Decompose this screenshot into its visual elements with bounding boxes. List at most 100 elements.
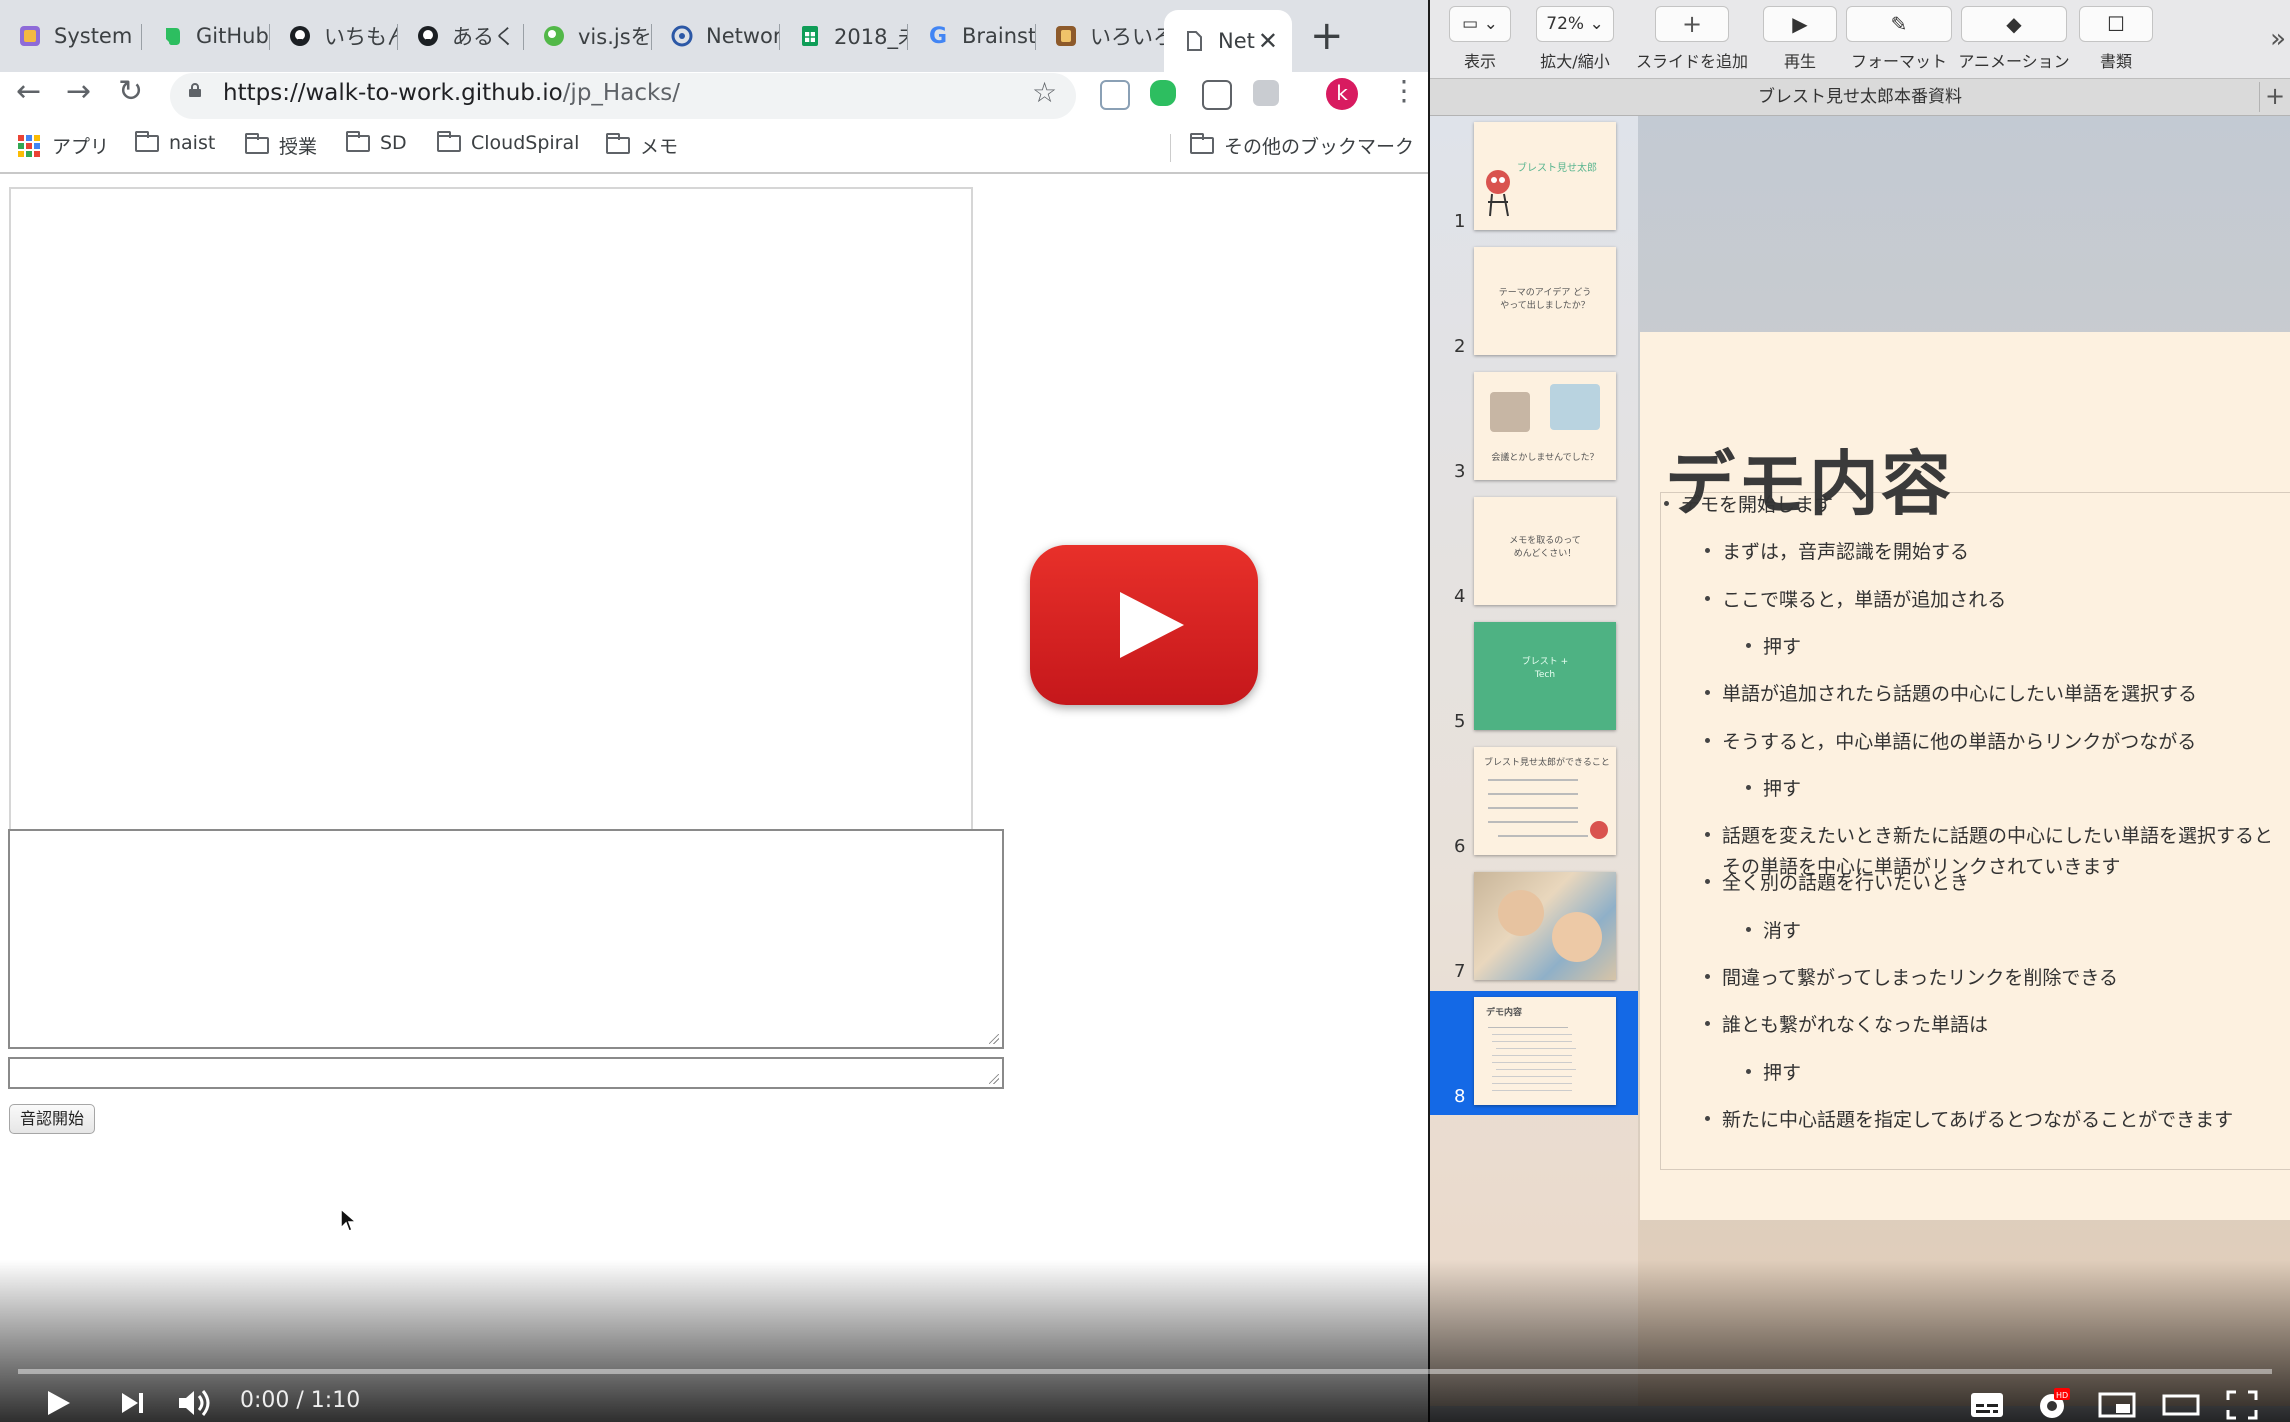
browser-tab[interactable]: Networ [652, 10, 780, 62]
transcript-textarea[interactable] [8, 829, 1004, 1049]
bullet-text: 全く別の話題を行いたいとき [1722, 872, 1970, 895]
avatar[interactable]: k [1326, 78, 1358, 110]
mouse-cursor-icon [340, 1208, 358, 1232]
slide-thumbnail-item[interactable]: 会議とかしませんでした？ 3 [1430, 366, 1638, 490]
add-slide-button[interactable]: + スライドを追加 [1634, 6, 1750, 72]
bullet-text: 消す [1763, 919, 1802, 942]
animation-button[interactable]: ◆ アニメーション [1954, 6, 2074, 72]
settings-icon[interactable]: HD [2036, 1388, 2070, 1422]
word-input-textarea[interactable] [8, 1057, 1004, 1089]
tab-title: Networ [706, 24, 780, 48]
play-icon[interactable] [42, 1388, 72, 1418]
tab-title: System [54, 24, 133, 48]
chat-extension-icon[interactable] [1202, 80, 1232, 110]
browser-tab[interactable]: 2018_未 [780, 10, 908, 62]
toolbar-label: 拡大/縮小 [1540, 52, 1610, 71]
slide-bullet: 消す [1746, 916, 1801, 946]
browser-tab[interactable]: あるく [398, 10, 524, 62]
bullet-dot-icon [1664, 501, 1669, 506]
play-button[interactable]: ▶ 再生 [1760, 6, 1840, 72]
view-icon: ▭ ⌄ [1449, 6, 1511, 42]
bullet-dot-icon [1705, 974, 1710, 979]
slide-thumbnail-item[interactable]: テーマのアイデア どうやって出しましたか？ 2 [1430, 241, 1638, 365]
evernote-extension-icon[interactable] [1150, 80, 1176, 106]
keynote-toolbar: ▭ ⌄ 表示 72% ⌄ 拡大/縮小 + スライドを追加 ▶ 再生 ✎ フォーマ… [1430, 0, 2290, 79]
slide-thumbnail-item-selected[interactable]: デモ内容 8 [1430, 991, 1638, 1115]
bullet-text: 間違って繋がってしまったリンクを削除できる [1722, 967, 2118, 989]
bookmark-folder[interactable]: SD [346, 130, 407, 154]
extension-icon[interactable] [1253, 80, 1279, 106]
forward-icon[interactable]: → [66, 74, 91, 109]
slide-thumbnail-item[interactable]: ブレスト見せ太郎 1 [1430, 116, 1638, 240]
browser-tab[interactable]: GitHub [142, 10, 270, 62]
slide-thumbnail-item[interactable]: ブレスト見せ太郎ができること 6 [1430, 741, 1638, 865]
slide-bullet: ここで喋ると，単語が追加される [1705, 585, 2006, 615]
bullet-text: ここで喋ると，単語が追加される [1722, 588, 2007, 611]
volume-icon[interactable] [176, 1388, 216, 1418]
document-button[interactable]: ☐ 書類 [2078, 6, 2154, 72]
bookmark-folder[interactable]: CloudSpiral [437, 130, 579, 154]
subtitles-icon[interactable] [1970, 1392, 2004, 1418]
new-tab-button[interactable]: + [1310, 16, 1344, 56]
slide-thumbnail: ブレスト + Tech [1474, 622, 1616, 730]
more-chevron-icon[interactable]: » [2270, 24, 2286, 54]
resize-grip-icon[interactable] [989, 1074, 999, 1084]
slide-bullet: 新たに中心話題を指定してあげるとつながることができます [1705, 1105, 2233, 1135]
close-icon[interactable]: ✕ [1258, 27, 1278, 55]
slide-bullet: 話題を変えたいとき新たに話題の中心にしたい単語を選択すると [1705, 821, 2273, 851]
skype-extension-icon[interactable] [1100, 80, 1130, 110]
bullet-text: デモを開始します [1681, 494, 1834, 516]
slide-thumbnail-item[interactable]: メモを取るのって めんどくさい！ 4 [1430, 491, 1638, 615]
bullet-dot-icon [1705, 690, 1710, 696]
bullet-dot-icon [1746, 642, 1751, 648]
bullet-text: 誰とも繋がれなくなった単語は [1722, 1014, 1989, 1037]
bookmark-star-icon[interactable]: ☆ [1032, 76, 1057, 109]
bookmark-folder[interactable]: naist [135, 130, 216, 154]
slide-thumbnail-item[interactable]: ブレスト + Tech 5 [1430, 616, 1638, 740]
thumb-text: メモを取るのって めんどくさい！ [1509, 536, 1581, 559]
menu-icon[interactable]: ⋮ [1390, 74, 1418, 107]
tab-title: 2018_未 [834, 25, 908, 49]
bullet-text: まずは，音声認識を開始する [1722, 541, 1970, 564]
browser-tab[interactable]: G Brainst [908, 10, 1036, 62]
folder-icon [245, 133, 269, 154]
browser-tab[interactable]: いろいろ [1036, 10, 1164, 62]
slide-number: 3 [1454, 461, 1466, 482]
thumb-text: デモ内容 [1486, 1008, 1523, 1018]
start-recognition-button[interactable]: 音認開始 [9, 1104, 96, 1134]
tab-title: Net [1218, 29, 1255, 53]
zoom-button[interactable]: 72% ⌄ 拡大/縮小 [1532, 6, 1618, 72]
bookmark-folder[interactable]: 授業 [245, 132, 317, 159]
network-canvas[interactable] [9, 187, 973, 831]
progress-bar[interactable] [18, 1369, 2272, 1374]
format-button[interactable]: ✎ フォーマット [1846, 6, 1952, 72]
browser-tab[interactable]: いちもん [270, 10, 398, 62]
browser-tab[interactable]: System [0, 10, 142, 62]
bookmark-apps[interactable]: アプリ [18, 132, 109, 159]
bullet-text: 新たに中心話題を指定してあげるとつながることができます [1722, 1108, 2234, 1131]
view-button[interactable]: ▭ ⌄ 表示 [1448, 6, 1512, 72]
toolbar-label: 再生 [1783, 52, 1816, 71]
browser-tab[interactable]: vis.jsを [524, 10, 652, 62]
thumb-text: テーマのアイデア どうやって出しましたか？ [1498, 288, 1592, 311]
reload-icon[interactable]: ↻ [118, 74, 143, 109]
thumb-text: 会議とかしませんでした？ [1491, 453, 1599, 463]
bookmark-label: naist [169, 132, 216, 154]
bookmark-folder[interactable]: メモ [606, 132, 678, 159]
slide-thumbnail-item[interactable]: 7 [1430, 866, 1638, 990]
sheets-icon [798, 24, 822, 48]
visjs-icon [542, 24, 566, 48]
miniplayer-icon[interactable] [2098, 1392, 2136, 1418]
theater-icon[interactable] [2162, 1392, 2200, 1418]
next-icon[interactable] [118, 1390, 146, 1416]
other-bookmarks[interactable]: その他のブックマーク [1190, 132, 1414, 159]
browser-tab-active[interactable]: Net ✕ [1164, 10, 1292, 72]
url-text[interactable]: https://walk-to-work.github.io/jp_Hacks/ [223, 80, 680, 106]
resize-grip-icon[interactable] [989, 1034, 999, 1044]
fullscreen-icon[interactable] [2226, 1390, 2258, 1420]
lock-icon [189, 83, 201, 97]
add-tab-icon[interactable]: + [2259, 82, 2290, 112]
bookmark-label: その他のブックマーク [1224, 136, 1415, 158]
bullet-dot-icon [1705, 1021, 1710, 1027]
back-icon[interactable]: ← [16, 74, 41, 109]
